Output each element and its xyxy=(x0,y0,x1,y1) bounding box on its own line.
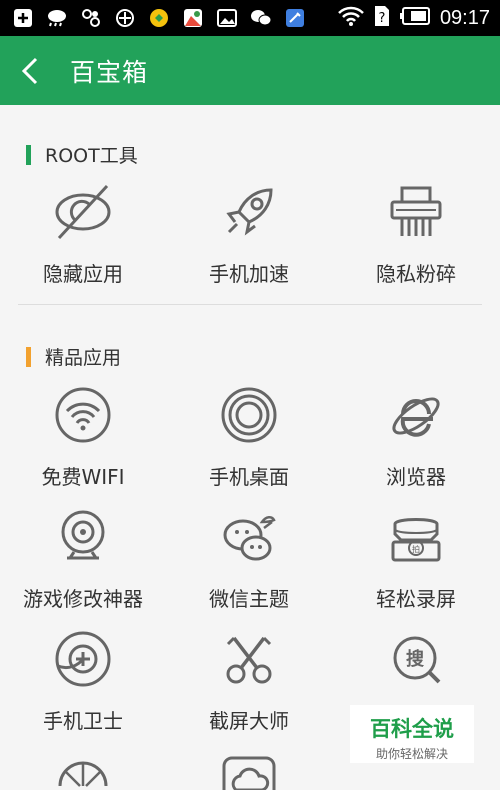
section-root-tools-header: ROOT工具 xyxy=(26,141,138,168)
app-badge-icon xyxy=(148,7,170,29)
item-label: 微信主题 xyxy=(209,587,289,611)
browser-icon xyxy=(384,383,448,447)
cloud-icon xyxy=(217,749,281,790)
item-wechat-theme[interactable]: 微信主题 xyxy=(166,505,332,612)
item-hide-apps[interactable]: 隐藏应用 xyxy=(0,180,166,287)
svg-text:?: ? xyxy=(378,11,385,26)
shredder-icon xyxy=(384,180,448,244)
item-label: 隐藏应用 xyxy=(43,262,123,286)
section-accent-bar xyxy=(26,144,31,165)
svg-text:搜: 搜 xyxy=(406,648,425,670)
item-phone-guard[interactable]: 手机卫士 xyxy=(0,627,166,734)
item-label: 隐私粉碎 xyxy=(376,262,456,286)
desktop-rings-icon xyxy=(217,383,281,447)
battery-icon xyxy=(399,7,430,29)
guard-icon xyxy=(51,627,115,691)
page-title: 百宝箱 xyxy=(70,57,149,87)
item-label: 手机卫士 xyxy=(43,709,123,733)
item-label: 免费WIFI xyxy=(41,465,125,489)
section-title: 精品应用 xyxy=(45,347,122,369)
webcam-icon xyxy=(51,505,115,569)
item-phone-desktop[interactable]: 手机桌面 xyxy=(166,383,332,490)
watermark-title: 百科全说 xyxy=(370,717,454,741)
hidden-eye-icon xyxy=(51,180,115,244)
weather-rain-icon xyxy=(46,7,68,29)
item-label: 截屏大师 xyxy=(209,709,289,733)
shell-icon xyxy=(51,749,115,790)
section-title: ROOT工具 xyxy=(45,145,138,167)
section-featured-header: 精品应用 xyxy=(26,343,121,370)
item-label: 轻松录屏 xyxy=(376,587,456,611)
rocket-icon xyxy=(217,180,281,244)
item-screen-record[interactable]: 拍 轻松录屏 xyxy=(333,505,499,612)
clock: 09:17 xyxy=(439,6,490,29)
watermark-logo: 百科全说 助你轻松解决 xyxy=(350,705,474,763)
wifi-icon xyxy=(51,383,115,447)
item-cloud-app[interactable] xyxy=(166,749,332,790)
screen-record-icon: 拍 xyxy=(384,505,448,569)
item-game-modifier[interactable]: 游戏修改神器 xyxy=(0,505,166,612)
target-icon xyxy=(114,7,136,29)
gallery-icon xyxy=(216,7,238,29)
item-phone-boost[interactable]: 手机加速 xyxy=(166,180,332,287)
item-label: 游戏修改神器 xyxy=(23,587,143,611)
item-shell-app[interactable] xyxy=(0,749,166,790)
wechat-theme-icon xyxy=(217,505,281,569)
back-button[interactable] xyxy=(0,36,60,105)
item-privacy-shred[interactable]: 隐私粉碎 xyxy=(333,180,499,287)
search-sou-icon: 搜 xyxy=(384,627,448,691)
item-label: 手机加速 xyxy=(209,262,289,286)
cleaner-icon xyxy=(284,7,306,29)
add-icon xyxy=(12,7,34,29)
item-browser[interactable]: 浏览器 xyxy=(333,383,499,490)
scissors-icon xyxy=(217,627,281,691)
watermark-subtitle: 助你轻松解决 xyxy=(375,747,448,761)
section-accent-bar xyxy=(26,346,31,367)
status-bar: ? 09:17 xyxy=(0,0,500,36)
wifi-signal-icon xyxy=(338,6,364,30)
item-label: 手机桌面 xyxy=(209,465,289,489)
section-divider xyxy=(18,304,482,305)
item-screenshot-master[interactable]: 截屏大师 xyxy=(166,627,332,734)
link-icon xyxy=(80,7,102,29)
item-free-wifi[interactable]: 免费WIFI xyxy=(0,383,166,490)
photo-app-icon xyxy=(182,7,204,29)
wechat-icon xyxy=(250,7,272,29)
item-label: 浏览器 xyxy=(386,465,446,489)
item-search-app[interactable]: 搜 xyxy=(333,627,499,705)
back-arrow-icon xyxy=(21,57,38,84)
app-bar: 百宝箱 xyxy=(0,36,500,105)
svg-text:拍: 拍 xyxy=(412,544,420,554)
no-sim-icon: ? xyxy=(374,5,390,31)
